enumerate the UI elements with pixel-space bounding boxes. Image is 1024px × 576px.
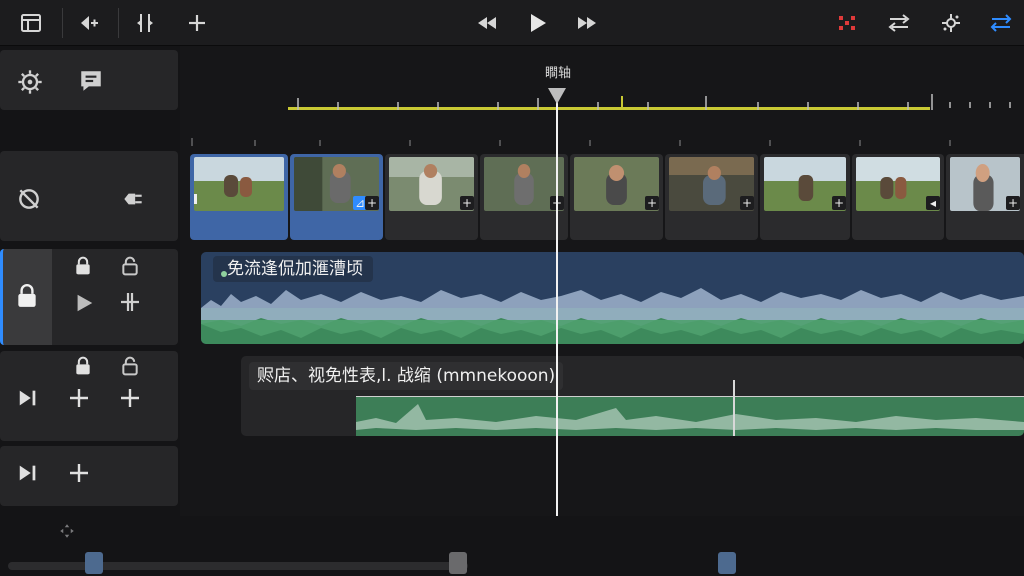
add-clip-icon[interactable]: + bbox=[832, 196, 846, 210]
sort-icon[interactable] bbox=[986, 8, 1016, 38]
play-icon[interactable] bbox=[73, 292, 95, 314]
small-lock-icon[interactable] bbox=[73, 256, 93, 276]
audio-volume-line[interactable] bbox=[356, 396, 1024, 397]
play-icon[interactable] bbox=[522, 8, 552, 38]
move-icon[interactable] bbox=[58, 522, 76, 540]
video-clip-3[interactable]: + bbox=[385, 154, 478, 240]
video-clip-9[interactable]: + bbox=[946, 154, 1024, 240]
ruler-label: 瞷轴 bbox=[544, 66, 571, 81]
split-icon[interactable] bbox=[130, 8, 160, 38]
audio-track-1-label: 免流逢侃加滙漕顷 bbox=[213, 256, 373, 282]
undo-icon[interactable] bbox=[74, 8, 104, 38]
lock-icon[interactable] bbox=[14, 282, 40, 310]
audio-waveform-1 bbox=[201, 288, 1024, 344]
skip-icon[interactable] bbox=[17, 387, 39, 409]
add-clip-icon[interactable]: + bbox=[1006, 196, 1020, 210]
skip-icon[interactable] bbox=[17, 462, 39, 484]
record-icon[interactable] bbox=[832, 8, 862, 38]
video-clip-1[interactable] bbox=[190, 154, 288, 240]
audio-track-2-label: 赆店、视免性表,l. 战缩 (mmnekooon) bbox=[249, 362, 564, 390]
rewind-icon[interactable] bbox=[472, 8, 502, 38]
video-clip-4[interactable]: + bbox=[480, 154, 568, 240]
small-unlock-icon[interactable] bbox=[120, 356, 140, 376]
left-panel bbox=[0, 46, 180, 538]
add-icon[interactable] bbox=[118, 386, 142, 410]
add-icon[interactable] bbox=[182, 8, 212, 38]
toolbar-divider bbox=[62, 8, 63, 38]
audio-track-1[interactable]: 免流逢侃加滙漕顷 bbox=[201, 252, 1024, 344]
audio-waveform-2 bbox=[356, 396, 1024, 436]
audio-clip-icon[interactable]: ◂ bbox=[926, 196, 940, 210]
playhead-handle-icon[interactable] bbox=[547, 86, 567, 106]
video-clip-8[interactable]: ◂ bbox=[852, 154, 944, 240]
add-clip-icon[interactable]: + bbox=[740, 196, 754, 210]
video-clip-6[interactable]: + bbox=[665, 154, 758, 240]
audio-track-1-title: 免流逢侃加滙漕顷 bbox=[227, 259, 363, 279]
small-unlock-icon[interactable] bbox=[120, 256, 140, 276]
video-clip-2[interactable]: ⊿ + bbox=[290, 154, 383, 240]
add-icon[interactable] bbox=[67, 386, 91, 410]
add-icon[interactable] bbox=[67, 461, 91, 485]
video-clip-5[interactable]: + bbox=[570, 154, 663, 240]
audio-track-2[interactable]: 赆店、视免性表,l. 战缩 (mmnekooon) bbox=[241, 356, 1024, 436]
clip-trim-handle[interactable] bbox=[194, 194, 197, 204]
swap-icon[interactable] bbox=[884, 8, 914, 38]
audio-marker-icon bbox=[221, 271, 227, 277]
audio-marker[interactable] bbox=[733, 380, 735, 436]
fast-forward-icon[interactable] bbox=[572, 8, 602, 38]
playhead[interactable] bbox=[556, 95, 558, 516]
plug-icon[interactable] bbox=[120, 186, 146, 212]
library-icon[interactable] bbox=[16, 8, 46, 38]
timeline-ruler[interactable] bbox=[180, 88, 1024, 148]
add-clip-icon[interactable]: + bbox=[645, 196, 659, 210]
scroll-handle-right[interactable] bbox=[718, 552, 736, 574]
add-clip-icon[interactable]: + bbox=[365, 196, 379, 210]
small-lock-icon[interactable] bbox=[73, 356, 93, 376]
add-clip-icon[interactable]: + bbox=[460, 196, 474, 210]
video-clip-7[interactable]: + bbox=[760, 154, 850, 240]
scroll-handle-mid[interactable] bbox=[449, 552, 467, 574]
clip-thumbnail bbox=[194, 157, 284, 211]
rotate-icon[interactable] bbox=[16, 186, 42, 212]
scroll-handle-left[interactable] bbox=[85, 552, 103, 574]
toolbar-divider bbox=[118, 8, 119, 38]
adjust-icon[interactable] bbox=[936, 8, 966, 38]
comment-icon[interactable] bbox=[78, 68, 104, 94]
timeline-scrollbar[interactable] bbox=[8, 562, 468, 570]
ruler-range-bar bbox=[288, 107, 930, 110]
settings-icon[interactable] bbox=[16, 68, 44, 96]
trim-icon[interactable] bbox=[118, 290, 142, 314]
top-toolbar bbox=[0, 0, 1024, 46]
